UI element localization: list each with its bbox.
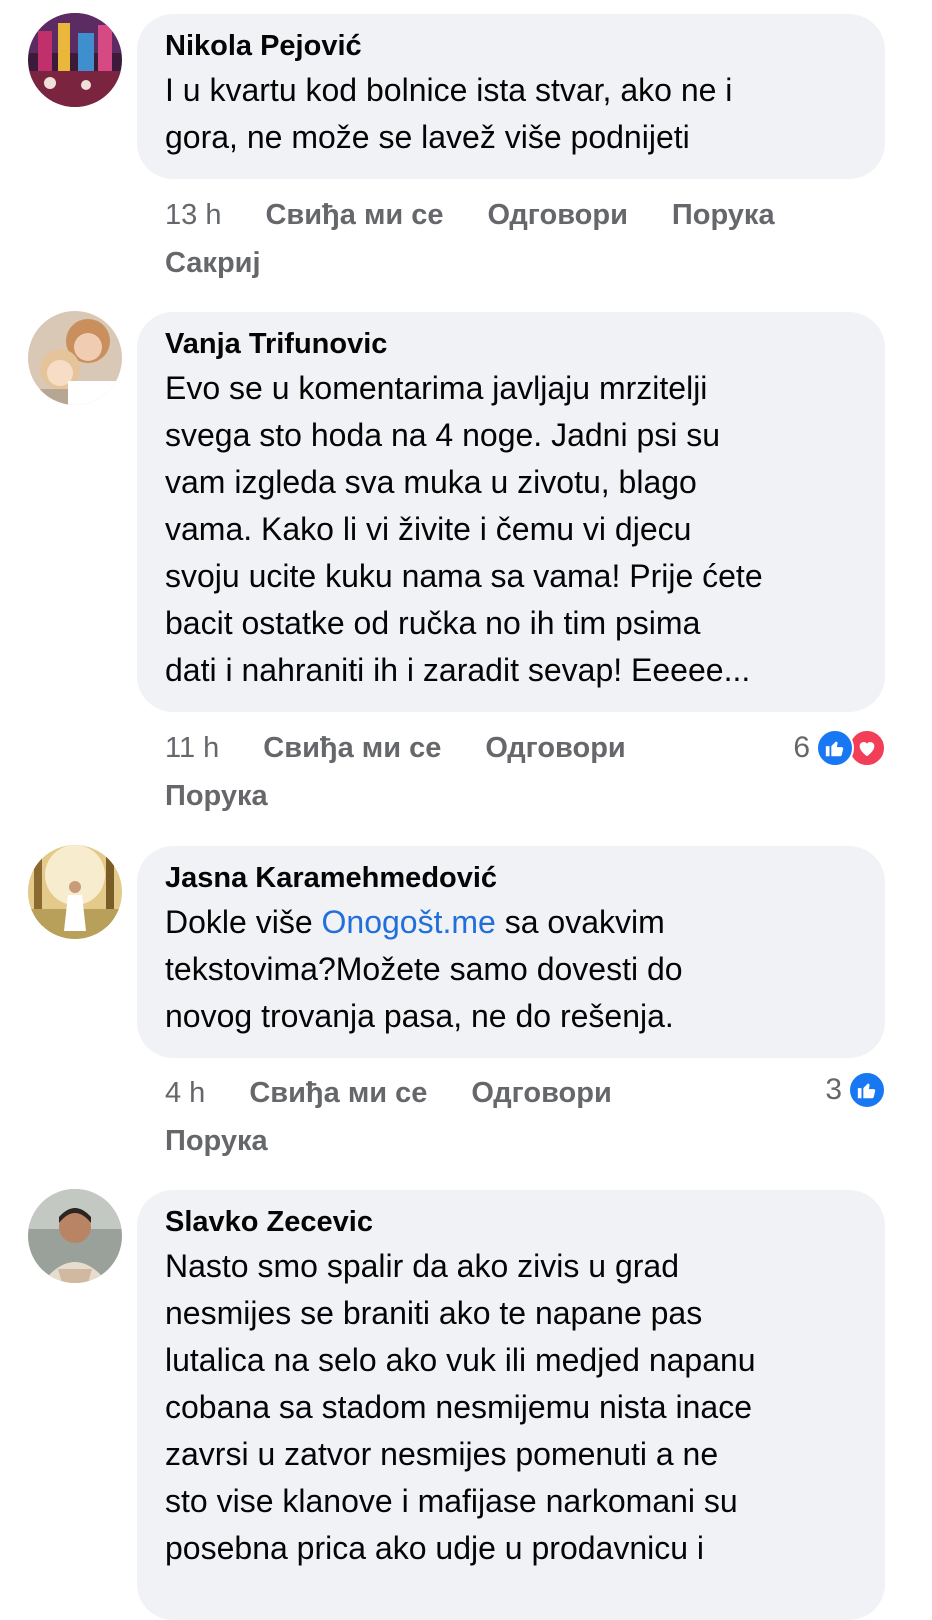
comment-author[interactable]: Jasna Karamehmedović	[165, 860, 855, 896]
comment-author[interactable]: Vanja Trifunovic	[165, 326, 855, 362]
like-icon	[816, 729, 854, 767]
like-button[interactable]: Свиђа ми се	[249, 1069, 427, 1117]
message-button[interactable]: Порука	[165, 772, 626, 820]
avatar-photo	[28, 845, 122, 939]
avatar[interactable]	[28, 845, 122, 939]
avatar-photo	[28, 311, 122, 405]
comment-author[interactable]: Nikola Pejović	[165, 28, 855, 64]
message-button[interactable]: Порука	[672, 191, 775, 239]
like-button[interactable]: Свиђа ми се	[265, 191, 443, 239]
reaction-summary[interactable]: 6	[793, 728, 886, 768]
page-mention-link[interactable]: Onogošt.me	[322, 904, 496, 940]
comment-text: Nasto smo spalir da ako zivis u grad nes…	[165, 1248, 756, 1566]
reply-button[interactable]: Одговори	[485, 724, 625, 772]
reaction-count: 6	[793, 731, 810, 764]
comment-bubble: Vanja Trifunovic Evo se u komentarima ja…	[137, 312, 885, 712]
comment-bubble: Slavko Zecevic Nasto smo spalir da ako z…	[137, 1190, 885, 1620]
comment-text: Dokle više Onogošt.me sa ovakvim tekstov…	[165, 899, 855, 1040]
comment-actions: 11 h Свиђа ми се Одговори Порука	[165, 724, 670, 820]
avatar[interactable]	[28, 311, 122, 405]
reaction-count: 3	[825, 1073, 842, 1106]
comment-actions: 13 h Свиђа ми се Одговори Порука Сакриј	[165, 191, 819, 287]
avatar[interactable]	[28, 1189, 122, 1283]
message-button[interactable]: Порука	[165, 1117, 612, 1165]
comment-text-start: Dokle više	[165, 904, 322, 940]
comment-timestamp[interactable]: 4 h	[165, 1069, 205, 1117]
reaction-summary[interactable]: 3	[825, 1070, 886, 1110]
reply-button[interactable]: Одговори	[471, 1069, 611, 1117]
avatar-photo	[28, 1189, 122, 1283]
reply-button[interactable]: Одговори	[488, 191, 628, 239]
avatar-photo	[28, 13, 122, 107]
comment-text: I u kvartu kod bolnice ista stvar, ako n…	[165, 72, 733, 155]
avatar[interactable]	[28, 13, 122, 107]
comment-timestamp[interactable]: 11 h	[165, 724, 219, 772]
comment-bubble: Nikola Pejović I u kvartu kod bolnice is…	[137, 14, 885, 179]
like-icon	[848, 1071, 886, 1109]
like-button[interactable]: Свиђа ми се	[263, 724, 441, 772]
comment-timestamp[interactable]: 13 h	[165, 191, 221, 239]
comment-author[interactable]: Slavko Zecevic	[165, 1204, 855, 1240]
comment-text: Evo se u komentarima javljaju mrzitelji …	[165, 370, 763, 688]
comment-bubble: Jasna Karamehmedović Dokle više Onogošt.…	[137, 846, 885, 1058]
comment-actions: 4 h Свиђа ми се Одговори Порука	[165, 1069, 656, 1165]
hide-button[interactable]: Сакриј	[165, 239, 775, 287]
